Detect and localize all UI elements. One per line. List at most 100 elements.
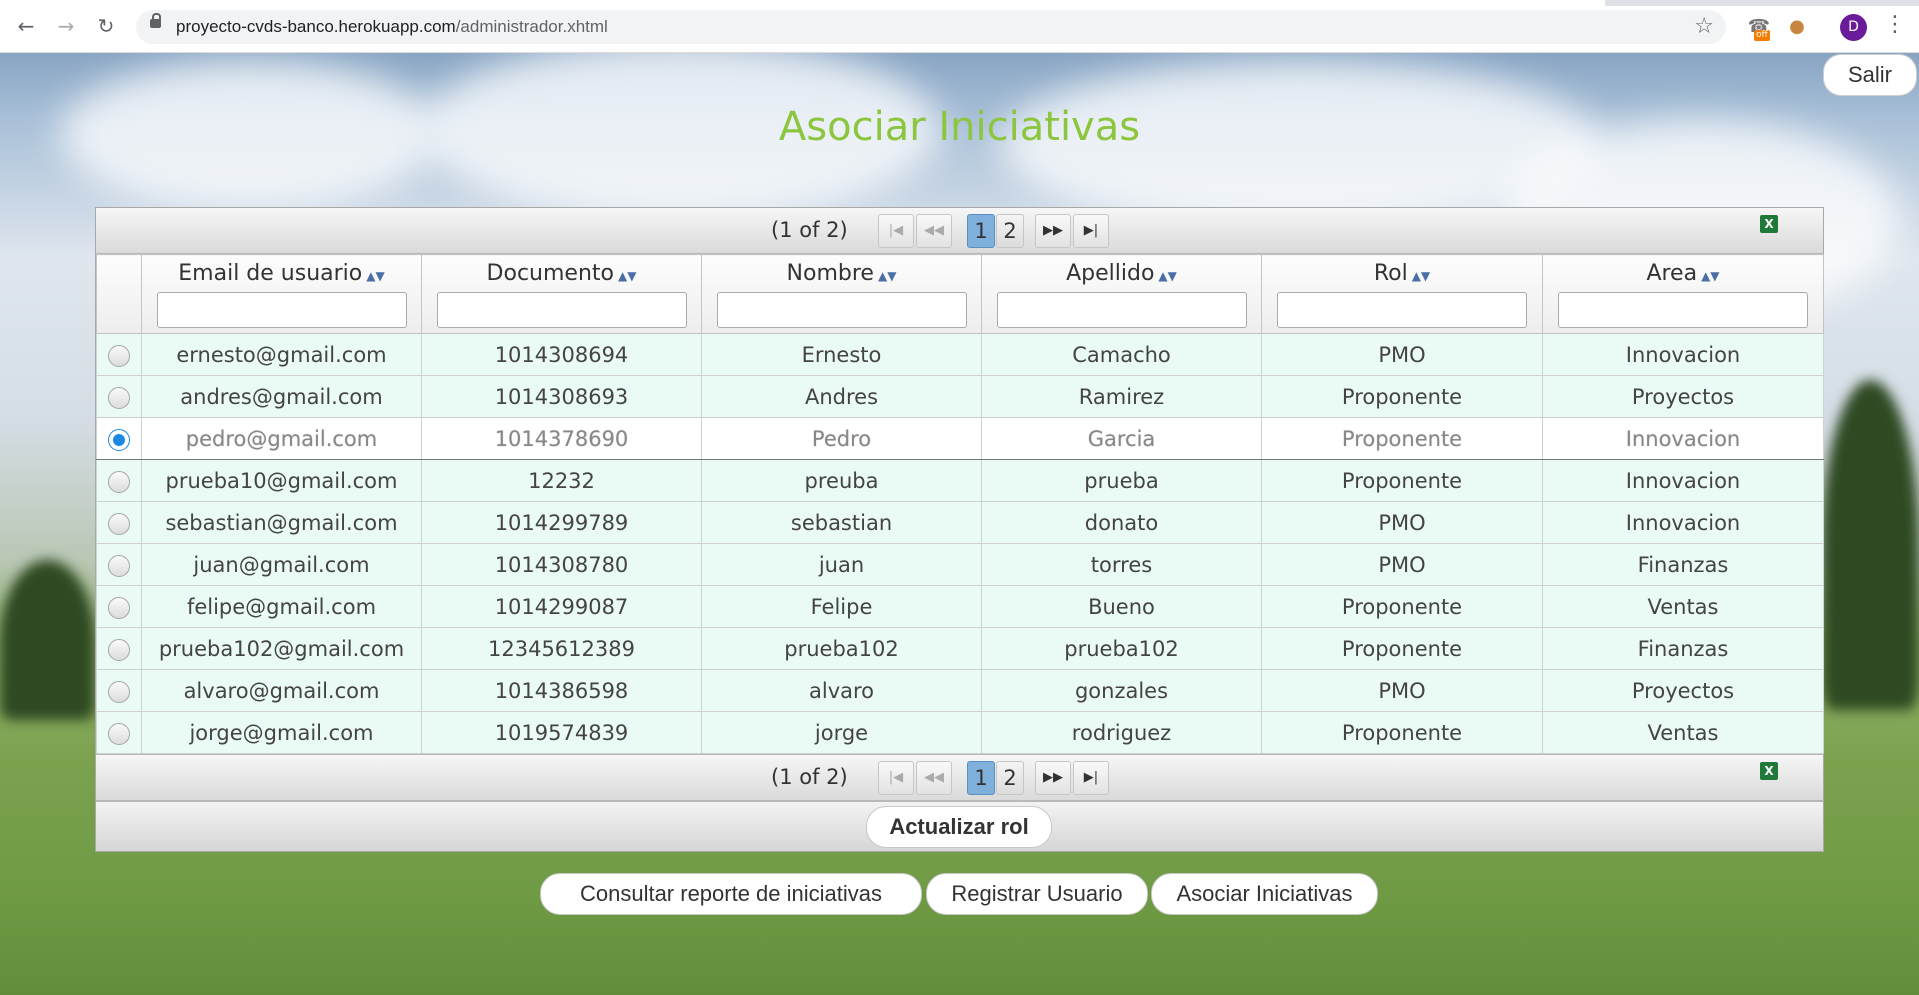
cell-rol: PMO — [1261, 333, 1543, 376]
column-header-nombre[interactable]: Nombre ▲▼ — [701, 254, 982, 334]
page-report: (1 of 2) — [771, 218, 848, 242]
reload-icon[interactable]: ↻ — [94, 14, 118, 38]
next-page-icon[interactable]: ▶▶ — [1035, 214, 1071, 248]
next-page-icon[interactable]: ▶▶ — [1035, 761, 1071, 795]
page-2-button[interactable]: 2 — [996, 214, 1024, 248]
report-initiatives-button[interactable]: Consultar reporte de iniciativas — [540, 873, 922, 915]
table-row[interactable]: sebastian@gmail.com 1014299789 sebastian do… — [96, 501, 1824, 544]
row-select-cell[interactable] — [96, 627, 142, 670]
lock-icon — [150, 13, 161, 28]
filter-input-area[interactable] — [1558, 292, 1808, 328]
cell-nombre: jorge — [701, 711, 982, 754]
cell-apellido: Garcia — [981, 417, 1262, 460]
table-row[interactable]: jorge@gmail.com 1019574839 jorge rodriguez P… — [96, 711, 1824, 754]
page-2-button[interactable]: 2 — [996, 761, 1024, 795]
cell-documento: 1014308694 — [421, 333, 702, 376]
page-1-button[interactable]: 1 — [967, 214, 995, 248]
row-radio-button[interactable] — [108, 722, 130, 745]
associate-initiatives-button[interactable]: Asociar Iniciativas — [1151, 873, 1378, 915]
cookie-extension-icon[interactable]: ● — [1784, 14, 1810, 40]
row-radio-button[interactable] — [108, 554, 130, 577]
cell-area: Innovacion — [1542, 333, 1824, 376]
row-select-cell[interactable] — [96, 459, 142, 502]
row-radio-button[interactable] — [108, 344, 130, 367]
row-select-cell[interactable] — [96, 375, 142, 418]
last-page-icon[interactable]: ▶| — [1073, 761, 1109, 795]
table-row[interactable]: juan@gmail.com 1014308780 juan torres PMO Fin… — [96, 543, 1824, 586]
sort-icon: ▲▼ — [617, 269, 637, 283]
row-radio-button[interactable] — [108, 512, 130, 535]
back-icon[interactable]: ← — [14, 14, 38, 38]
prev-page-icon[interactable]: ◀◀ — [916, 214, 952, 248]
excel-export-icon[interactable]: X — [1760, 762, 1778, 780]
cell-email: prueba10@gmail.com — [141, 459, 422, 502]
row-select-cell[interactable] — [96, 501, 142, 544]
cell-email: juan@gmail.com — [141, 543, 422, 586]
row-select-cell[interactable] — [96, 711, 142, 754]
table-row[interactable]: pedro@gmail.com 1014378690 Pedro Garcia Prop… — [96, 417, 1824, 460]
filter-input-apellido[interactable] — [996, 292, 1247, 328]
last-page-icon[interactable]: ▶| — [1073, 214, 1109, 248]
row-select-cell[interactable] — [96, 543, 142, 586]
cell-email: jorge@gmail.com — [141, 711, 422, 754]
column-header-email[interactable]: Email de usuario ▲▼ — [141, 254, 422, 334]
first-page-icon[interactable]: |◀ — [878, 214, 914, 248]
cell-documento: 1014299087 — [421, 585, 702, 628]
register-user-button[interactable]: Registrar Usuario — [926, 873, 1148, 915]
cell-email: sebastian@gmail.com — [141, 501, 422, 544]
filter-input-email[interactable] — [156, 292, 407, 328]
sort-icon: ▲▼ — [1158, 269, 1177, 283]
cell-area: Innovacion — [1542, 459, 1824, 502]
browser-toolbar: ← → ↻ proyecto-cvds-banco.herokuapp.com/… — [0, 0, 1919, 53]
cell-email: felipe@gmail.com — [141, 585, 422, 628]
logout-button[interactable]: Salir — [1823, 54, 1917, 96]
profile-avatar[interactable]: D — [1840, 14, 1867, 41]
cell-nombre: Ernesto — [701, 333, 982, 376]
extension-icon[interactable]: ☎ off — [1746, 14, 1772, 41]
menu-icon[interactable]: ⋮ — [1884, 12, 1906, 37]
column-header-rol[interactable]: Rol ▲▼ — [1261, 254, 1543, 334]
row-radio-button[interactable] — [108, 386, 130, 409]
address-bar[interactable]: proyecto-cvds-banco.herokuapp.com/admini… — [136, 10, 1726, 44]
row-select-cell[interactable] — [96, 585, 142, 628]
cell-nombre: Pedro — [701, 417, 982, 460]
row-select-cell[interactable] — [96, 333, 142, 376]
cell-rol: Proponente — [1261, 585, 1543, 628]
page-1-button[interactable]: 1 — [967, 761, 995, 795]
row-radio-button[interactable] — [108, 638, 130, 661]
cell-documento: 12345612389 — [421, 627, 702, 670]
row-radio-button[interactable] — [108, 470, 130, 493]
row-radio-button[interactable] — [108, 428, 130, 451]
prev-page-icon[interactable]: ◀◀ — [916, 761, 952, 795]
tab-strip — [0, 0, 1919, 6]
excel-export-icon[interactable]: X — [1760, 215, 1778, 233]
paginator-bottom: (1 of 2) |◀ ◀◀ 1 2 ▶▶ ▶| X — [96, 754, 1823, 801]
table-row[interactable]: prueba10@gmail.com 12232 preuba prueba Propo… — [96, 459, 1824, 502]
first-page-icon[interactable]: |◀ — [878, 761, 914, 795]
row-select-cell[interactable] — [96, 417, 142, 460]
cell-rol: PMO — [1261, 669, 1543, 712]
table-row[interactable]: ernesto@gmail.com 1014308694 Ernesto Camach… — [96, 333, 1824, 376]
table-row[interactable]: felipe@gmail.com 1014299087 Felipe Bueno Pro… — [96, 585, 1824, 628]
filter-input-documento[interactable] — [436, 292, 687, 328]
url-text[interactable]: proyecto-cvds-banco.herokuapp.com/admini… — [176, 17, 608, 37]
bookmark-star-icon[interactable]: ☆ — [1694, 14, 1714, 39]
extension-badge: off — [1754, 30, 1770, 41]
forward-icon[interactable]: → — [54, 14, 78, 38]
table-row[interactable]: alvaro@gmail.com 1014386598 alvaro gonzales… — [96, 669, 1824, 712]
cell-apellido: torres — [981, 543, 1262, 586]
column-header-area[interactable]: Area ▲▼ — [1542, 254, 1824, 334]
cell-documento: 1014378690 — [421, 417, 702, 460]
filter-input-rol[interactable] — [1277, 292, 1527, 328]
cell-email: prueba102@gmail.com — [141, 627, 422, 670]
cell-rol: Proponente — [1261, 627, 1543, 670]
column-header-apellido[interactable]: Apellido ▲▼ — [981, 254, 1262, 334]
filter-input-nombre[interactable] — [716, 292, 967, 328]
table-row[interactable]: prueba102@gmail.com 12345612389 prueba102 p… — [96, 627, 1824, 670]
row-select-cell[interactable] — [96, 669, 142, 712]
column-header-documento[interactable]: Documento ▲▼ — [421, 254, 702, 334]
table-row[interactable]: andres@gmail.com 1014308693 Andres Ramirez P… — [96, 375, 1824, 418]
row-radio-button[interactable] — [108, 680, 130, 703]
update-role-button[interactable]: Actualizar rol — [866, 806, 1052, 848]
row-radio-button[interactable] — [108, 596, 130, 619]
